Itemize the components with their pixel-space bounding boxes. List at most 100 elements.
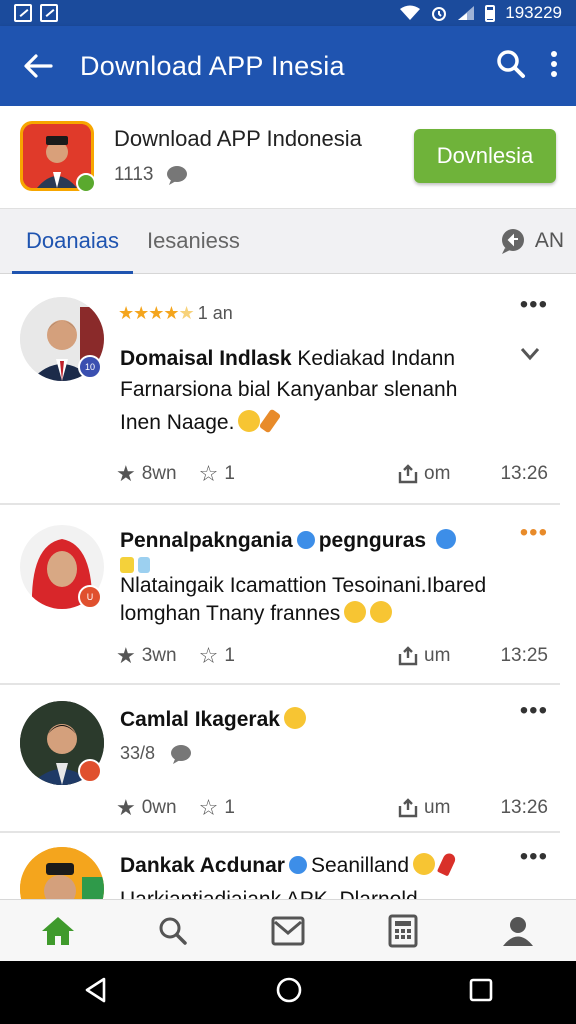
search-icon xyxy=(159,917,187,945)
tab-language-label: AN xyxy=(534,229,564,252)
app-sub-count: 1113 xyxy=(114,164,154,185)
emoji-icon xyxy=(413,853,436,875)
battery-icon xyxy=(485,4,496,22)
comment-icon xyxy=(171,744,192,764)
rate-count: 1 xyxy=(224,645,235,666)
circle-home-icon xyxy=(276,977,302,1003)
arrow-back-icon xyxy=(24,54,53,78)
image-notification-icon xyxy=(40,4,58,22)
tab-language[interactable]: AN xyxy=(499,228,564,254)
avatar-badge: 10 xyxy=(78,355,102,379)
post-body-line: Inen Naage. xyxy=(120,411,235,434)
triangle-back-icon xyxy=(86,977,106,1003)
post-author: Camlal Ikagerak xyxy=(120,708,280,731)
status-bar: 193229 xyxy=(0,0,576,26)
more-options-button[interactable]: ••• xyxy=(520,519,548,547)
square-recents-icon xyxy=(469,978,492,1002)
app-icon-badge xyxy=(76,173,96,193)
rate-button[interactable]: ☆ 1 xyxy=(199,643,235,669)
more-options-button[interactable]: ••• xyxy=(520,697,548,725)
like-button[interactable]: ★ 0wn xyxy=(116,795,177,821)
star-filled-icon: ★ xyxy=(116,795,136,820)
system-recents-button[interactable] xyxy=(468,977,494,1008)
timestamp: 13:26 xyxy=(500,463,548,484)
rate-count: 1 xyxy=(224,797,235,818)
post-title-rest: pegnguras xyxy=(318,529,427,552)
star-outline-icon: ☆ xyxy=(198,461,219,486)
tab-doanaias[interactable]: Doanaias xyxy=(12,208,133,274)
nav-home[interactable] xyxy=(36,909,80,953)
post-author: Domaisal Indlask xyxy=(120,347,292,370)
system-home-button[interactable] xyxy=(275,976,303,1009)
page-title: Download APP Inesia xyxy=(80,50,345,81)
like-button[interactable]: ★ 3wn xyxy=(116,643,177,669)
more-vert-icon xyxy=(551,50,557,77)
share-button[interactable]: om xyxy=(398,463,450,485)
like-button[interactable]: ★ 8wn xyxy=(116,461,177,487)
post-author: Dankak Acdunar xyxy=(120,854,285,877)
post-body-line: Uarkiantiadiaiank APK. Dlarnold xyxy=(120,885,418,899)
chevron-down-icon xyxy=(520,348,540,361)
nav-messages[interactable] xyxy=(266,909,310,953)
share-label: um xyxy=(424,645,451,666)
more-options-button[interactable]: ••• xyxy=(520,843,548,871)
install-button[interactable]: Dovnlesia xyxy=(414,129,556,183)
feed-item[interactable]: U ••• Pennalpakngania pegnguras Nlatainga… xyxy=(0,505,560,685)
nav-calculator[interactable] xyxy=(381,909,425,953)
feed-item[interactable]: 10 ★★★★★ 1 an ••• Domaisal Indlask Kedia… xyxy=(0,275,560,505)
app-icon[interactable] xyxy=(20,121,96,193)
post-title-rest: Seanilland xyxy=(310,854,410,877)
star-filled-icon: ★ xyxy=(116,643,136,668)
alarm-icon xyxy=(432,7,447,21)
wifi-icon xyxy=(400,5,421,20)
rate-button[interactable]: ☆ 1 xyxy=(199,795,235,821)
feed-item[interactable]: ••• Dankak Acdunar Seanilland Uarkiantiad… xyxy=(0,833,560,899)
fire-emoji-icon xyxy=(259,408,282,434)
like-count: 3wn xyxy=(141,645,177,666)
emoji-icon xyxy=(283,707,306,729)
clock: 193229 xyxy=(505,3,562,22)
emoji-icon xyxy=(238,410,261,432)
share-button[interactable]: um xyxy=(398,797,450,819)
post-sub-count: 33/8 xyxy=(120,743,156,763)
home-icon xyxy=(41,916,74,945)
share-label: um xyxy=(424,797,451,818)
post-body-line: Farnarsiona bial Kanyanbar slenanh xyxy=(120,378,458,401)
rate-button[interactable]: ☆ 1 xyxy=(199,461,235,487)
expand-button[interactable] xyxy=(520,347,540,366)
search-button[interactable] xyxy=(496,49,526,84)
overflow-menu-button[interactable] xyxy=(550,50,558,83)
share-label: om xyxy=(424,463,451,484)
tab-iesaniess[interactable]: Iesaniess xyxy=(133,208,254,274)
post-body-line: lomghan Tnany frannes xyxy=(120,602,341,625)
avatar[interactable] xyxy=(20,847,104,899)
system-back-button[interactable] xyxy=(82,976,110,1009)
emoji-icon xyxy=(370,601,393,623)
share-icon xyxy=(398,798,418,818)
like-count: 0wn xyxy=(141,797,177,818)
avatar-badge: U xyxy=(78,585,102,609)
share-icon xyxy=(398,646,418,666)
nav-search[interactable] xyxy=(151,909,195,953)
verified-icon xyxy=(296,531,315,549)
timestamp: 13:25 xyxy=(500,645,548,666)
feed-item[interactable]: ••• Camlal Ikagerak 33/8 ★ 0wn ☆ 1 um 13… xyxy=(0,685,560,833)
comment-feed: 10 ★★★★★ 1 an ••• Domaisal Indlask Kedia… xyxy=(0,275,576,899)
rate-count: 1 xyxy=(224,463,235,484)
verified-icon xyxy=(436,529,457,549)
share-button[interactable]: um xyxy=(398,645,450,667)
post-body-line: Nlataingaik Icamattion Tesoinani.Ibared xyxy=(120,574,487,597)
signal-icon xyxy=(458,6,475,20)
nav-profile[interactable] xyxy=(496,909,540,953)
comment-icon xyxy=(167,166,188,185)
more-options-button[interactable]: ••• xyxy=(520,291,548,319)
star-filled-icon: ★ xyxy=(116,461,136,486)
timestamp: 13:26 xyxy=(500,797,548,818)
back-button[interactable] xyxy=(18,46,58,86)
search-icon xyxy=(497,49,525,78)
post-author: Pennalpakngania xyxy=(120,529,293,552)
app-name: Download APP Indonesia xyxy=(114,126,362,151)
profile-icon xyxy=(503,916,534,946)
verified-icon xyxy=(288,856,307,874)
post-title-rest: Kediakad Indann xyxy=(291,347,456,370)
